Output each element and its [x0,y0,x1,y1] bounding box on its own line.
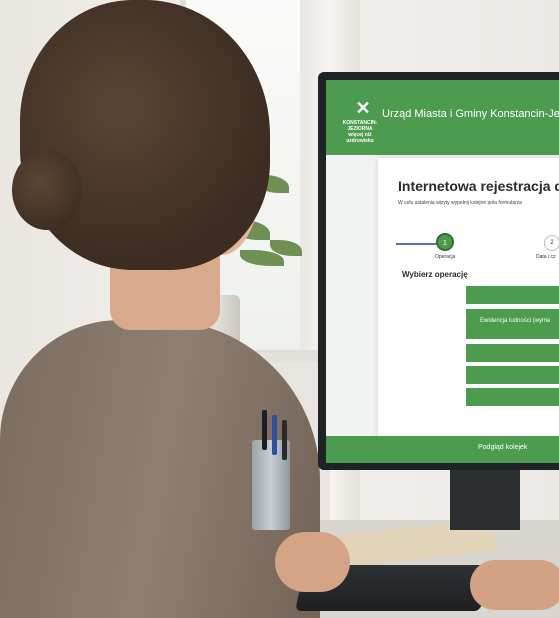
woman-right-hand [470,560,559,610]
section-heading: Wybierz operację [402,270,468,279]
operation-option[interactable] [466,388,559,406]
progress-line [396,243,438,245]
registration-card: Internetowa rejestracja do kole W celu u… [378,158,559,438]
step-2-indicator[interactable]: 2 [544,235,559,251]
pen [282,420,287,460]
pen [272,415,277,455]
operation-option[interactable]: Ewidencja ludności (wyme [466,309,559,339]
monitor-screen: ✕ KONSTANCIN- JEZIORNA więcej niż uzdrow… [326,80,559,463]
queue-preview-link[interactable]: Podgląd kolejek [478,444,527,451]
step-1-indicator[interactable]: 1 [436,233,454,251]
operation-option[interactable] [466,344,559,362]
site-header: ✕ KONSTANCIN- JEZIORNA więcej niż uzdrow… [326,80,559,155]
form-subtitle: W celu ustalenia wizyty wypełnij kolejne… [398,200,522,206]
woman-hair [20,0,270,270]
operation-option[interactable] [466,366,559,384]
office-scene: ✕ KONSTANCIN- JEZIORNA więcej niż uzdrow… [0,0,559,618]
city-logo-text: KONSTANCIN- JEZIORNA więcej niż uzdrowis… [342,120,378,144]
step-1-label: Operacja [435,254,456,260]
woman-left-hand [275,532,350,592]
step-2-label: Data i cz [536,254,556,260]
monitor-stand [450,470,520,530]
city-name: Urząd Miasta i Gminy Konstancin-Jeziorna [382,108,559,120]
city-logo-icon[interactable]: ✕ [354,98,372,118]
woman-hair-bun [12,150,82,230]
operation-option[interactable] [466,286,559,304]
form-title: Internetowa rejestracja do kole [398,178,559,194]
pen [262,410,267,450]
site-footer: Podgląd kolejek [326,436,559,463]
